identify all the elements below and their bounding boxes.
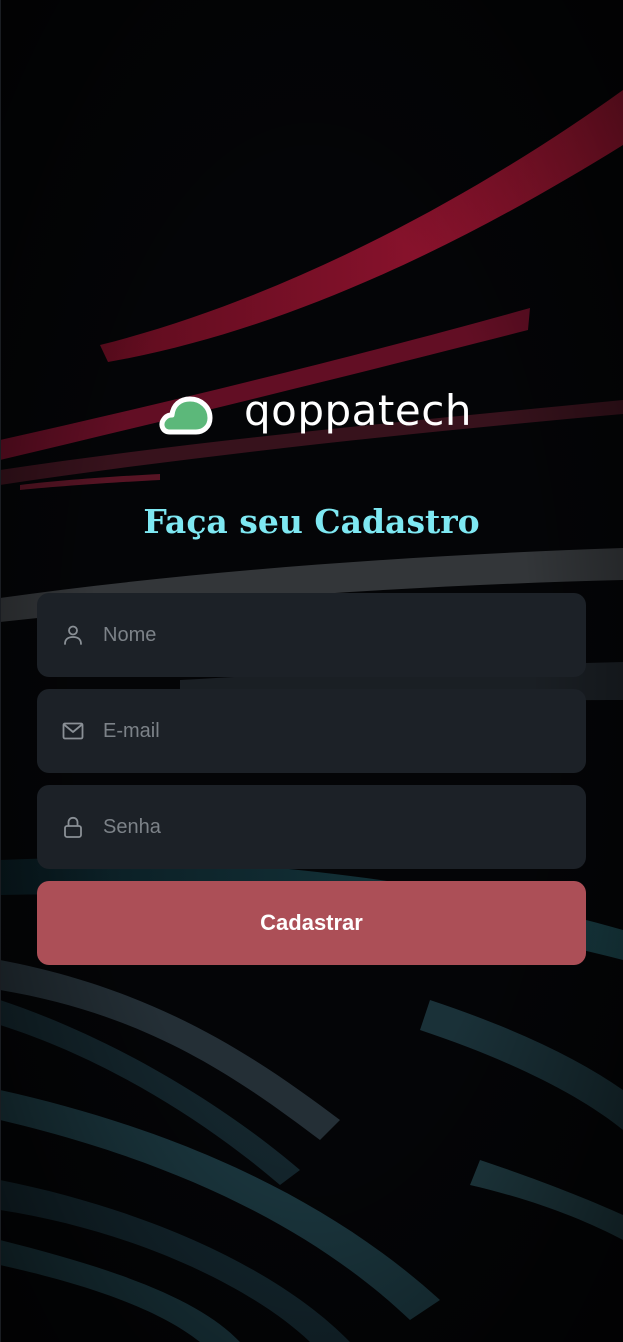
user-icon xyxy=(64,625,82,645)
email-input[interactable] xyxy=(103,719,543,743)
lock-icon xyxy=(64,816,82,838)
name-field[interactable] xyxy=(37,593,586,677)
email-field[interactable] xyxy=(37,689,586,773)
cloud-icon xyxy=(159,396,213,435)
password-field[interactable] xyxy=(37,785,586,869)
name-input[interactable] xyxy=(103,623,543,647)
brand-wordmark: qoppatech xyxy=(244,386,472,435)
brand-logo: qoppatech xyxy=(158,384,488,444)
page-title: Faça seu Cadastro xyxy=(143,502,480,541)
signup-content: qoppatech Faça seu Cadastro Nome E-mail … xyxy=(0,0,623,1342)
password-input[interactable] xyxy=(103,815,543,839)
mail-icon xyxy=(62,722,84,740)
signup-button[interactable]: Cadastrar xyxy=(37,881,586,965)
signup-screen: qoppatech Faça seu Cadastro Nome E-mail … xyxy=(0,0,623,1342)
